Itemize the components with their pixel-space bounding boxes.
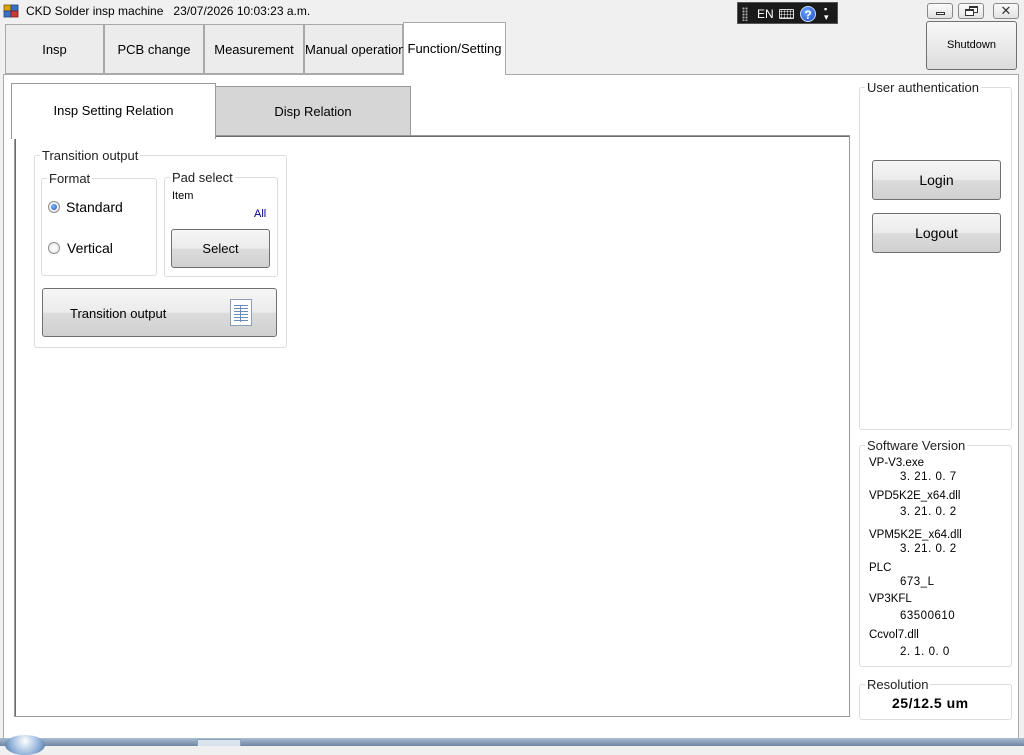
version-name: VP-V3.exe: [869, 457, 924, 469]
select-button[interactable]: Select: [171, 229, 270, 268]
version-value: 3. 21. 0. 2: [900, 543, 957, 555]
tab-insp[interactable]: Insp: [5, 24, 104, 74]
tab-measurement[interactable]: Measurement: [204, 24, 304, 74]
version-value: 63500610: [900, 610, 956, 622]
help-icon[interactable]: ?: [800, 6, 816, 22]
datetime: 23/07/2026 10:03:23 a.m.: [173, 4, 311, 18]
tab-pcb-change[interactable]: PCB change: [104, 24, 204, 74]
resolution-value: 25/12.5 um: [892, 695, 969, 711]
shutdown-button[interactable]: Shutdown: [926, 21, 1017, 70]
version-value: 673_L: [900, 576, 935, 588]
minimize-icon: [936, 12, 945, 15]
version-name: VPD5K2E_x64.dll: [869, 490, 961, 502]
taskbar: [0, 738, 1024, 746]
login-button[interactable]: Login: [872, 160, 1001, 200]
language-bar[interactable]: EN ? ▪ ▾: [737, 2, 838, 24]
version-name: VP3KFL: [869, 593, 912, 605]
standard-radio[interactable]: [48, 201, 60, 213]
tab-manual-operation[interactable]: Manual operation: [304, 24, 405, 74]
vertical-radio[interactable]: [48, 242, 60, 254]
standard-radio-label[interactable]: Standard: [66, 199, 123, 215]
software-version-label: Software Version: [867, 438, 966, 453]
start-button[interactable]: [5, 735, 45, 755]
tab-function-setting[interactable]: Function/Setting: [403, 22, 506, 75]
pad-select-group-label: Pad select: [172, 170, 233, 185]
transition-output-button[interactable]: Transition output: [42, 288, 277, 337]
transition-output-group-label: Transition output: [42, 148, 139, 163]
restore-button[interactable]: [958, 3, 984, 19]
version-value: 2. 1. 0. 0: [900, 646, 950, 658]
user-authentication-label: User authentication: [867, 80, 980, 95]
minimize-button[interactable]: [927, 3, 953, 19]
version-value: 3. 21. 0. 2: [900, 506, 957, 518]
language-indicator[interactable]: EN: [757, 7, 774, 21]
logout-button[interactable]: Logout: [872, 213, 1001, 253]
item-value: All: [254, 208, 267, 220]
tab-disp-relation[interactable]: Disp Relation: [215, 86, 411, 136]
software-version-list: VP-V3.exe 3. 21. 0. 7 VPD5K2E_x64.dll 3.…: [859, 456, 1012, 666]
taskbar-item[interactable]: [197, 739, 241, 746]
vertical-radio-label[interactable]: Vertical: [67, 240, 113, 256]
close-button[interactable]: ✕: [993, 3, 1019, 19]
language-bar-grip[interactable]: [742, 7, 748, 21]
format-group-label: Format: [49, 171, 91, 186]
app-title: CKD Solder insp machine: [26, 4, 164, 18]
app-icon: [3, 4, 19, 18]
user-authentication-group: User authentication: [859, 80, 1012, 430]
version-value: 3. 21. 0. 7: [900, 471, 957, 483]
keyboard-icon[interactable]: [779, 9, 794, 19]
transition-output-button-label: Transition output: [70, 306, 167, 321]
tab-insp-setting-relation[interactable]: Insp Setting Relation: [11, 83, 216, 139]
window-title: CKD Solder insp machine 23/07/2026 10:03…: [26, 4, 310, 18]
version-name: PLC: [869, 562, 892, 574]
language-bar-options-icon[interactable]: ▪ ▾: [824, 5, 829, 22]
close-icon: ✕: [1000, 3, 1012, 18]
version-name: VPM5K2E_x64.dll: [869, 529, 962, 541]
item-label: Item: [172, 190, 194, 202]
document-icon: [230, 299, 252, 326]
version-name: Ccvol7.dll: [869, 629, 919, 641]
resolution-label: Resolution: [867, 677, 929, 692]
format-group: Format: [41, 171, 157, 276]
